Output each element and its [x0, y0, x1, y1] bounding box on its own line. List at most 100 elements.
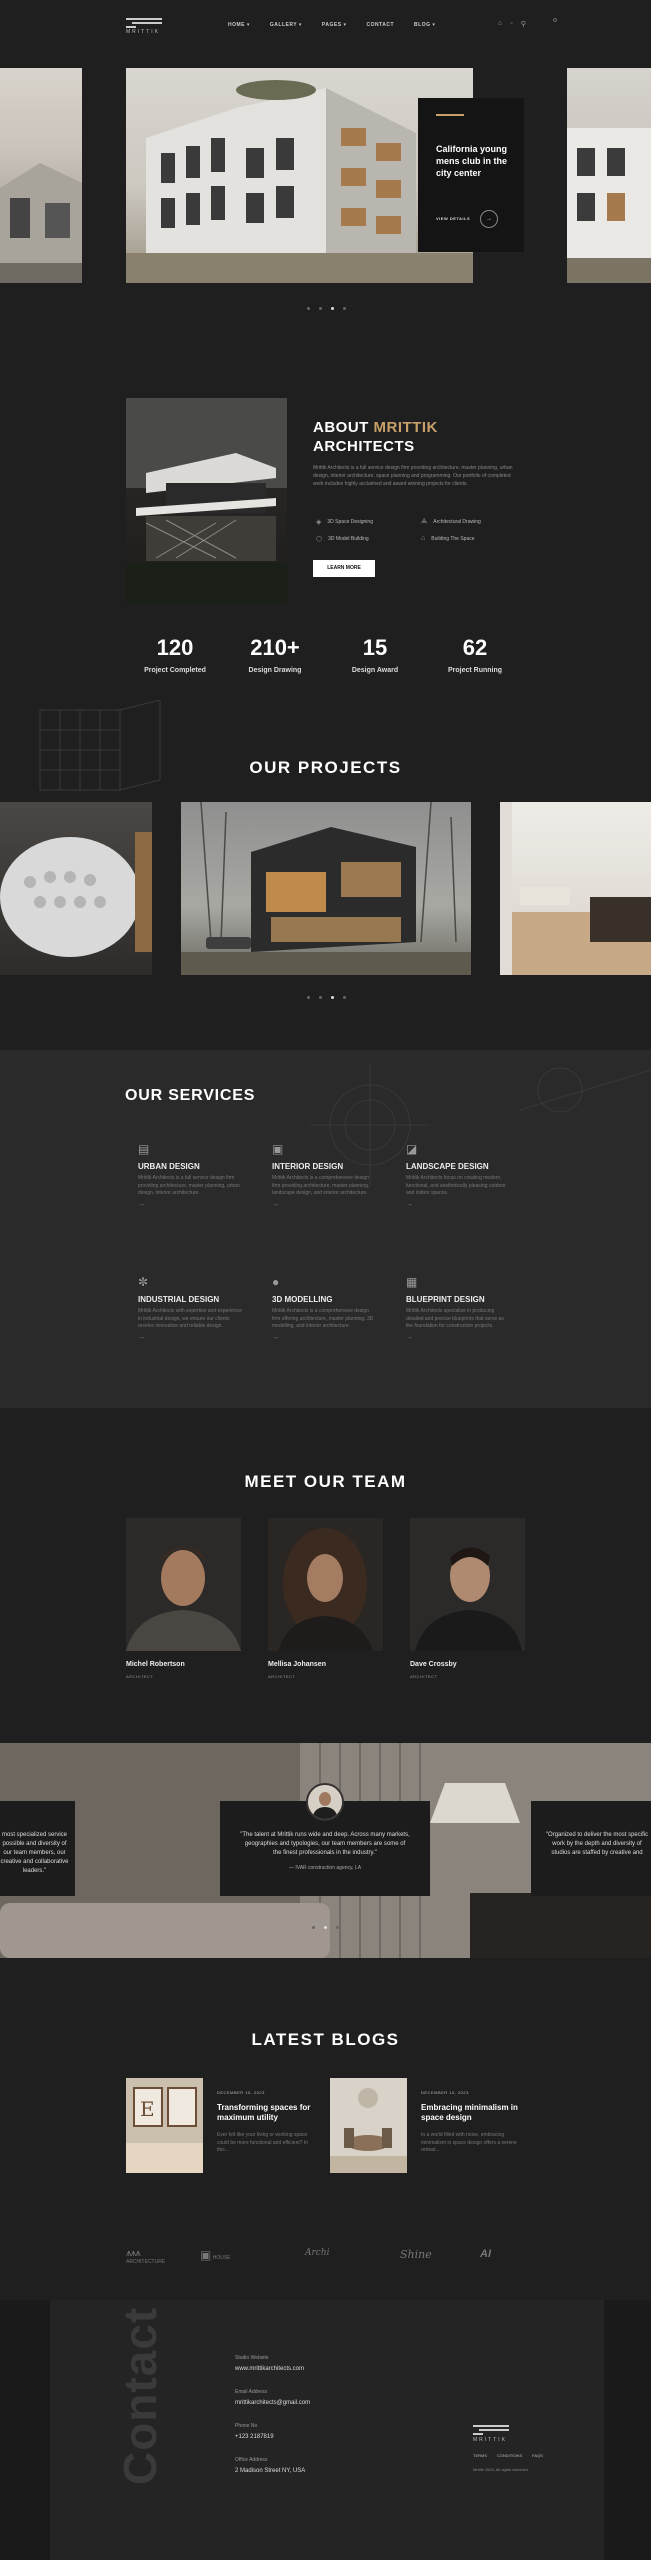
hero-info-card: California young mens club in the city c…	[418, 98, 524, 252]
partner-logo[interactable]: AI	[480, 2248, 491, 2260]
building-illustration	[0, 163, 82, 283]
about-title-word: ABOUT	[313, 419, 369, 436]
about-title-word: ARCHITECTS	[313, 438, 415, 455]
partner-logo[interactable]: ▣ HOUSE	[200, 2248, 231, 2262]
arrow-right-icon[interactable]: →	[480, 210, 498, 228]
slide-dot[interactable]	[319, 307, 322, 310]
slide-dot[interactable]	[336, 1926, 339, 1929]
hero-pagination	[307, 307, 346, 310]
about-image	[126, 398, 287, 603]
blog-card[interactable]: DECEMBER 10, 2023 Embracing minimalism i…	[330, 2078, 530, 2173]
team-member[interactable]: Michel Robertson ARCHITECT	[126, 1518, 241, 1679]
arrow-right-icon[interactable]: →	[406, 1334, 511, 1341]
nav-blog[interactable]: BLOG ▾	[414, 22, 435, 28]
slide-dot[interactable]	[312, 1926, 315, 1929]
arrow-right-icon[interactable]: →	[272, 1334, 377, 1341]
service-card: ▦ BLUEPRINT DESIGN Mrittik Architects spec…	[406, 1275, 511, 1341]
footer-link-faqs[interactable]: FAQS	[532, 2453, 543, 2458]
logo-text: MRITTIK	[126, 29, 160, 35]
gear-icon: ✼	[138, 1275, 149, 1289]
svg-text:E: E	[140, 2097, 155, 2121]
slide-dot[interactable]	[319, 996, 322, 999]
partner-logo[interactable]: Archi	[305, 2248, 330, 2258]
member-role: ARCHITECT	[410, 1674, 438, 1679]
contact-vertical-title: Contact	[114, 2306, 166, 2485]
projects-section: OUR PROJECTS	[0, 700, 651, 1050]
logo-mark[interactable]	[126, 18, 162, 28]
project-card-main[interactable]	[181, 802, 471, 975]
copyright: Mrittik 2024, All rights reserved	[473, 2467, 528, 2472]
phone-link[interactable]: +123 2187819	[235, 2434, 274, 2440]
learn-more-button[interactable]: LEARN MORE	[313, 560, 375, 577]
service-card: ▣ INTERIOR DESIGN Mrittik Architects is a …	[272, 1142, 377, 1208]
slide-dot-active[interactable]	[331, 996, 334, 999]
slide-dot[interactable]	[307, 996, 310, 999]
member-name: Michel Robertson	[126, 1661, 185, 1668]
feature-item: ◈ 3D Space Designing	[316, 519, 373, 526]
testimonial-section: most specialized service possible and di…	[0, 1743, 651, 1958]
footer-link-terms[interactable]: TERMS	[473, 2453, 487, 2458]
team-member[interactable]: Dave Crossby ARCHITECT	[410, 1518, 525, 1679]
cube-icon: ◈	[316, 519, 322, 526]
footer-link-conditions[interactable]: CONDITIONS	[497, 2453, 522, 2458]
testimonial-pagination	[312, 1926, 339, 1929]
cart-icon[interactable]: ⌂	[498, 20, 502, 28]
project-image	[500, 802, 651, 975]
interior-icon: ▣	[272, 1142, 284, 1156]
arrow-right-icon[interactable]: →	[138, 1201, 243, 1208]
nav-pages[interactable]: PAGES ▾	[322, 22, 347, 28]
partner-logos: ⩚⩚⩚ ARCHITECTURE ▣ HOUSE Archi Shine AI	[0, 2215, 651, 2300]
website-link[interactable]: www.mrittikarchitects.com	[235, 2366, 304, 2372]
header-icons: ⌂ ◦ ⚲	[498, 20, 526, 28]
email-link[interactable]: mrittikarchitects@gmail.com	[235, 2400, 310, 2406]
search-icon[interactable]: ⚲	[521, 20, 526, 28]
arrow-right-icon[interactable]: →	[272, 1201, 377, 1208]
menu-toggle-icon[interactable]	[553, 18, 557, 22]
landscape-icon: ◪	[406, 1142, 418, 1156]
service-card: ✼ INDUSTRIAL DESIGN Mrittik Architects wit…	[138, 1275, 243, 1341]
member-role: ARCHITECT	[126, 1674, 154, 1679]
nav-contact[interactable]: CONTACT	[366, 22, 394, 28]
nav-home[interactable]: HOME ▾	[228, 22, 250, 28]
partner-logo[interactable]: Shine	[400, 2248, 432, 2261]
avatar	[268, 1518, 383, 1651]
house-illustration	[126, 398, 287, 603]
nav-gallery[interactable]: GALLERY ▾	[270, 22, 302, 28]
slide-dot[interactable]	[343, 996, 346, 999]
team-section: MEET OUR TEAM Michel Robertson ARCHITECT…	[0, 1408, 651, 1743]
footer-logo-text: MRITTIK	[473, 2437, 507, 2443]
slide-dot[interactable]	[307, 307, 310, 310]
slide-dot[interactable]	[343, 307, 346, 310]
projects-pagination	[307, 996, 346, 999]
hero-slide-prev[interactable]	[0, 68, 82, 283]
team-heading: MEET OUR TEAM	[244, 1472, 407, 1491]
blog-date: DECEMBER 10, 2023	[421, 2090, 469, 2095]
avatar	[306, 1783, 344, 1821]
site-header: MRITTIK HOME ▾ GALLERY ▾ PAGES ▾ CONTACT…	[0, 0, 651, 50]
user-icon[interactable]: ◦	[510, 20, 512, 28]
project-card-prev[interactable]	[0, 802, 152, 975]
partner-logo[interactable]: ⩚⩚⩚ ARCHITECTURE	[126, 2248, 165, 2265]
blog-card[interactable]: E DECEMBER 10, 2023 Transforming spaces …	[126, 2078, 326, 2173]
blog-date: DECEMBER 10, 2023	[217, 2090, 265, 2095]
slide-dot-active[interactable]	[331, 307, 334, 310]
project-card-next[interactable]	[500, 802, 651, 975]
blog-title[interactable]: Transforming spaces for maximum utility	[217, 2103, 317, 2123]
hero-slide-next[interactable]	[567, 68, 651, 283]
view-details-link[interactable]: VIEW DETAILS	[436, 216, 470, 221]
arrow-right-icon[interactable]: →	[138, 1334, 243, 1341]
contact-label: Studio Website	[235, 2355, 269, 2361]
avatar	[126, 1518, 241, 1651]
slide-dot-active[interactable]	[324, 1926, 327, 1929]
about-description: Mrittik Architects is a full service des…	[313, 465, 513, 487]
office-address: 2 Madison Street NY, USA	[235, 2468, 306, 2474]
blog-excerpt: In a world filled with noise, embracing …	[421, 2132, 517, 2153]
blog-title[interactable]: Embracing minimalism in space design	[421, 2103, 521, 2123]
footer-logo-mark[interactable]	[473, 2425, 509, 2435]
feature-item: ⌂ Building The Space	[421, 535, 475, 542]
member-name: Mellisa Johansen	[268, 1661, 326, 1668]
team-member[interactable]: Mellisa Johansen ARCHITECT	[268, 1518, 383, 1679]
member-role: ARCHITECT	[268, 1674, 296, 1679]
arrow-right-icon[interactable]: →	[406, 1201, 511, 1208]
model-icon: ⬡	[316, 536, 323, 543]
